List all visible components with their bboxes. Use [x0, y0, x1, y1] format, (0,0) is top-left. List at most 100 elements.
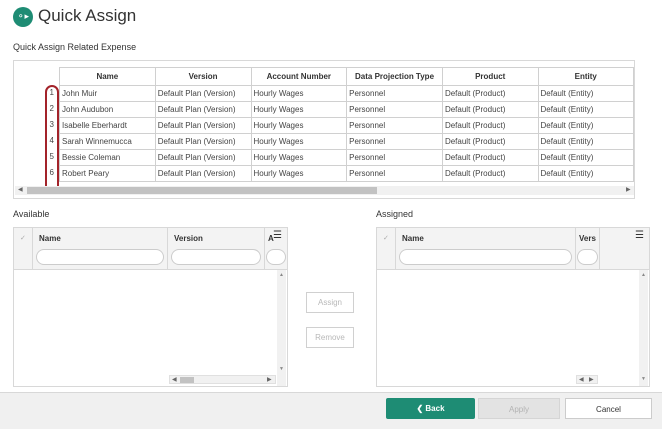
scroll-right-icon[interactable]: ▶: [626, 186, 631, 193]
scroll-up-icon[interactable]: ▲: [279, 272, 284, 278]
check-icon: ✓: [20, 235, 26, 242]
row-selection-highlight: [45, 85, 59, 195]
assign-button[interactable]: Assign: [306, 292, 354, 313]
cell[interactable]: Default Plan (Version): [154, 149, 252, 166]
name-filter-input[interactable]: [36, 249, 164, 265]
apply-button[interactable]: Apply: [478, 398, 560, 419]
column-label: Vers: [579, 234, 596, 243]
scroll-down-icon[interactable]: ▼: [641, 376, 646, 382]
dialog-footer: ❮ Back Apply Cancel: [0, 392, 662, 429]
remove-button[interactable]: Remove: [306, 327, 354, 348]
page-title: Quick Assign: [38, 6, 137, 25]
title-bar: ⚬▸ Quick Assign: [0, 0, 662, 36]
column-header-account-number[interactable]: Account Number: [250, 67, 348, 86]
horizontal-scrollbar[interactable]: ◀ ▶: [576, 375, 598, 384]
column-menu-icon[interactable]: ☰: [635, 230, 644, 241]
cell[interactable]: Default (Product): [441, 149, 539, 166]
horizontal-scrollbar[interactable]: ◀ ▶: [169, 375, 276, 384]
related-expense-grid: 1 2 3 4 5 6 Name Version Account Number …: [13, 60, 635, 199]
column-header-product[interactable]: Product: [441, 67, 539, 86]
version-filter-input[interactable]: [577, 249, 598, 265]
cell[interactable]: Default Plan (Version): [154, 133, 252, 150]
cell[interactable]: Default (Entity): [537, 165, 634, 182]
scroll-down-icon[interactable]: ▼: [279, 366, 284, 372]
cell[interactable]: Personnel: [346, 149, 443, 166]
vertical-scrollbar[interactable]: ▲ ▼: [639, 270, 648, 386]
available-col-name[interactable]: Name: [33, 228, 168, 270]
version-filter-input[interactable]: [171, 249, 261, 265]
cell[interactable]: Default (Entity): [537, 101, 634, 118]
table-row[interactable]: Sarah Winnemucca Default Plan (Version) …: [59, 133, 634, 150]
assigned-panel: ✓ Name Vers ☰ ▲ ▼ ◀ ▶: [376, 227, 650, 387]
back-button[interactable]: ❮ Back: [386, 398, 475, 419]
table-row[interactable]: John Audubon Default Plan (Version) Hour…: [59, 101, 634, 118]
partial-filter-input[interactable]: [266, 249, 286, 265]
scrollbar-thumb[interactable]: [27, 187, 377, 194]
assigned-header: ✓ Name Vers ☰: [377, 228, 649, 270]
cell[interactable]: Default (Product): [441, 165, 539, 182]
select-all-checkbox[interactable]: ✓: [377, 228, 396, 270]
cell[interactable]: Hourly Wages: [250, 165, 348, 182]
cell[interactable]: John Muir: [59, 85, 156, 102]
name-filter-input[interactable]: [399, 249, 572, 265]
vertical-scrollbar[interactable]: ▲ ▼: [277, 270, 286, 386]
scroll-right-icon[interactable]: ▶: [589, 376, 594, 383]
column-header-entity[interactable]: Entity: [537, 67, 634, 86]
cell[interactable]: Hourly Wages: [250, 149, 348, 166]
related-expense-table: Name Version Account Number Data Project…: [59, 67, 634, 182]
cell[interactable]: Sarah Winnemucca: [59, 133, 156, 150]
cell[interactable]: Isabelle Eberhardt: [59, 117, 156, 134]
scroll-left-icon[interactable]: ◀: [172, 376, 177, 383]
column-label: Name: [39, 234, 61, 243]
cell[interactable]: Default Plan (Version): [154, 117, 252, 134]
assigned-col-name[interactable]: Name: [396, 228, 576, 270]
scroll-left-icon[interactable]: ◀: [579, 376, 584, 383]
flow-icon: ⚬▸: [13, 7, 33, 27]
cell[interactable]: Hourly Wages: [250, 133, 348, 150]
cell[interactable]: Default (Product): [441, 117, 539, 134]
cell[interactable]: Default (Entity): [537, 149, 634, 166]
column-header-data-projection-type[interactable]: Data Projection Type: [346, 67, 443, 86]
table-row[interactable]: Isabelle Eberhardt Default Plan (Version…: [59, 117, 634, 134]
column-label: Version: [174, 234, 203, 243]
cell[interactable]: Default (Entity): [537, 85, 634, 102]
scroll-right-icon[interactable]: ▶: [267, 376, 272, 383]
table-row[interactable]: Robert Peary Default Plan (Version) Hour…: [59, 165, 634, 182]
table-row[interactable]: Bessie Coleman Default Plan (Version) Ho…: [59, 149, 634, 166]
cell[interactable]: Default Plan (Version): [154, 165, 252, 182]
cell[interactable]: Robert Peary: [59, 165, 156, 182]
cell[interactable]: Personnel: [346, 85, 443, 102]
column-header-version[interactable]: Version: [154, 67, 252, 86]
cell[interactable]: Bessie Coleman: [59, 149, 156, 166]
cell[interactable]: Personnel: [346, 165, 443, 182]
horizontal-scrollbar[interactable]: ◀ ▶: [15, 186, 634, 195]
cell[interactable]: Hourly Wages: [250, 101, 348, 118]
column-header-name[interactable]: Name: [59, 67, 156, 86]
scrollbar-thumb[interactable]: [180, 377, 194, 383]
cancel-button[interactable]: Cancel: [565, 398, 652, 419]
available-col-version[interactable]: Version: [168, 228, 265, 270]
available-panel: ✓ Name Version A ☰ ▲ ▼ ◀ ▶: [13, 227, 288, 387]
assigned-label: Assigned: [376, 209, 414, 219]
scroll-left-icon[interactable]: ◀: [18, 186, 23, 193]
cell[interactable]: Default (Product): [441, 133, 539, 150]
cell[interactable]: Personnel: [346, 133, 443, 150]
cell[interactable]: Default (Product): [441, 85, 539, 102]
cell[interactable]: Default Plan (Version): [154, 101, 252, 118]
cell[interactable]: John Audubon: [59, 101, 156, 118]
cell[interactable]: Default Plan (Version): [154, 85, 252, 102]
table-row[interactable]: John Muir Default Plan (Version) Hourly …: [59, 85, 634, 102]
cell[interactable]: Hourly Wages: [250, 85, 348, 102]
cell[interactable]: Default (Entity): [537, 133, 634, 150]
assigned-col-version[interactable]: Vers: [576, 228, 600, 270]
cell[interactable]: Default (Product): [441, 101, 539, 118]
cell[interactable]: Personnel: [346, 117, 443, 134]
cell[interactable]: Default (Entity): [537, 117, 634, 134]
column-label: Name: [402, 234, 424, 243]
available-label: Available: [13, 209, 50, 219]
column-menu-icon[interactable]: ☰: [273, 230, 282, 241]
select-all-checkbox[interactable]: ✓: [14, 228, 33, 270]
cell[interactable]: Personnel: [346, 101, 443, 118]
scroll-up-icon[interactable]: ▲: [641, 272, 646, 278]
cell[interactable]: Hourly Wages: [250, 117, 348, 134]
